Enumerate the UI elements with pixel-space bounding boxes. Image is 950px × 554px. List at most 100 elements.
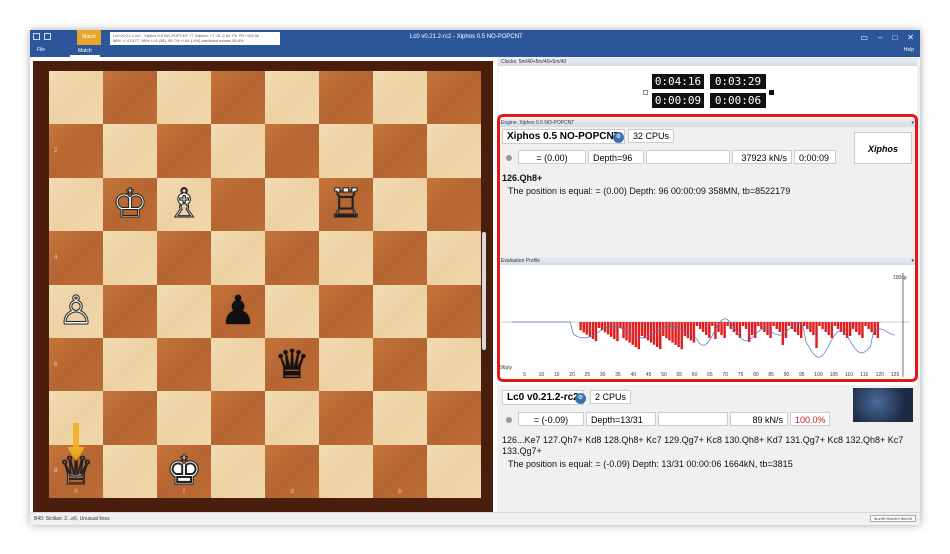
board-square[interactable]	[427, 124, 481, 178]
file-menu[interactable]: File	[37, 47, 45, 53]
board-square[interactable]	[373, 71, 427, 125]
board-square[interactable]	[373, 231, 427, 285]
chess-piece[interactable]: ♔	[112, 184, 149, 225]
chess-piece[interactable]: ♚	[166, 451, 203, 492]
board-square[interactable]	[157, 391, 211, 445]
eval-bar	[741, 322, 745, 326]
board-square[interactable]	[265, 71, 319, 125]
match-context-tab[interactable]: Match	[77, 30, 101, 45]
board-square[interactable]	[265, 177, 319, 232]
board-square[interactable]: 5 ♙	[49, 284, 103, 338]
eval-bar	[766, 322, 769, 335]
board-square[interactable]	[319, 284, 373, 338]
minimize-icon[interactable]: –	[878, 30, 882, 45]
board-square[interactable]	[427, 231, 481, 285]
eval-bar	[588, 322, 592, 337]
board-square[interactable]	[265, 284, 319, 338]
board-square[interactable]	[157, 231, 211, 285]
chess-piece[interactable]: ♗	[166, 184, 203, 225]
eval-profile-svg: 100cp 96ply 5 10 15 20 25 30 35 40 45 50 55 60 65 70 7…	[500, 273, 910, 378]
board-square[interactable]	[319, 71, 373, 125]
pane-menu-icon[interactable]: ▾	[911, 119, 914, 127]
chess-piece[interactable]: ♙	[58, 291, 95, 332]
chess-piece[interactable]: ♟	[220, 291, 256, 331]
engine2-name[interactable]: Lc0 v0.21.2-rc2	[502, 390, 584, 405]
undo-icon[interactable]	[44, 33, 51, 40]
help-menu[interactable]: Help	[904, 47, 914, 53]
board-square[interactable]: ♖	[319, 177, 373, 232]
engine1-name[interactable]: Xiphos 0.5 NO-POPCNT	[502, 129, 625, 144]
engine2-settings-icon[interactable]: ⚙	[575, 393, 586, 404]
board-square[interactable]	[373, 284, 427, 338]
board-panel: 1 2 3 ♔ ♗ ♖ 4 5 ♙ ♟ 6 ♛ 7 8 h ♕ g f ♚ e d c b a	[30, 57, 497, 512]
board-square[interactable]: b	[373, 444, 427, 499]
board-square[interactable]	[211, 177, 265, 232]
board-square[interactable]: ♟	[211, 284, 265, 338]
engine2-cpus-button[interactable]: 2 CPUs	[590, 390, 632, 404]
board-square[interactable]	[319, 124, 373, 178]
board-square[interactable]	[265, 391, 319, 445]
maximize-icon[interactable]: □	[892, 30, 897, 45]
board-square[interactable]	[157, 337, 211, 392]
board-square[interactable]	[265, 231, 319, 285]
file-label: g	[128, 489, 132, 496]
restore-ribbon-icon[interactable]: ▭	[860, 30, 868, 45]
board-scrollbar[interactable]	[482, 232, 486, 350]
board-square[interactable]: d	[265, 444, 319, 499]
board-square[interactable]: 6	[49, 337, 103, 392]
eval-tick-label: 125	[891, 372, 900, 378]
board-square[interactable]	[427, 71, 481, 125]
board-square[interactable]	[157, 284, 211, 338]
engine2-analysis-line: The position is equal: = (-0.09) Depth: …	[508, 459, 793, 469]
board-square[interactable]	[319, 337, 373, 392]
close-icon[interactable]: ✕	[907, 30, 914, 45]
board-square[interactable]: e	[211, 444, 265, 499]
board-square[interactable]	[103, 231, 157, 285]
board-square[interactable]	[211, 124, 265, 178]
board-square[interactable]	[373, 177, 427, 232]
opening-name: B40: Sicilian: 2...e6, Unusual lines	[34, 516, 110, 522]
board-square[interactable]	[319, 391, 373, 445]
save-icon[interactable]	[33, 33, 40, 40]
board-square[interactable]	[103, 337, 157, 392]
board-square[interactable]	[427, 337, 481, 392]
eval-bar	[830, 322, 834, 338]
board-square[interactable]: 1	[49, 71, 103, 125]
tab-match[interactable]: Match	[70, 45, 100, 57]
board-square[interactable]: 2	[49, 124, 103, 178]
move-arrow-icon	[67, 447, 85, 461]
board-square[interactable]: 4	[49, 231, 103, 285]
board-square[interactable]: f ♚	[157, 444, 211, 499]
board-square[interactable]: 3	[49, 177, 103, 232]
board-square[interactable]: c	[319, 444, 373, 499]
board-square[interactable]	[427, 391, 481, 445]
board-square[interactable]	[211, 337, 265, 392]
board-square[interactable]	[157, 71, 211, 125]
board-square[interactable]: g	[103, 444, 157, 499]
board-square[interactable]	[211, 71, 265, 125]
board-square[interactable]	[103, 391, 157, 445]
engine1-cpus-button[interactable]: 32 CPUs	[628, 129, 675, 143]
engine1-settings-icon[interactable]: ⚙	[613, 132, 624, 143]
board-square[interactable]	[103, 284, 157, 338]
chess-piece[interactable]: ♛	[274, 345, 310, 385]
chess-piece[interactable]: ♖	[328, 184, 365, 225]
board-square[interactable]	[427, 284, 481, 338]
board-square[interactable]: ♗	[157, 177, 211, 232]
board-square[interactable]	[103, 71, 157, 125]
board-square[interactable]: ♔	[103, 177, 157, 232]
board-square[interactable]	[103, 124, 157, 178]
board-square[interactable]	[427, 177, 481, 232]
board-square[interactable]	[157, 124, 211, 178]
board-square[interactable]	[373, 337, 427, 392]
board-square[interactable]: ♛	[265, 337, 319, 392]
board-square[interactable]	[319, 231, 373, 285]
board-square[interactable]	[211, 231, 265, 285]
board-square[interactable]	[211, 391, 265, 445]
board-square[interactable]	[373, 124, 427, 178]
board-square[interactable]	[373, 391, 427, 445]
eval-menu-icon[interactable]: ▾	[911, 257, 914, 265]
board-square[interactable]	[265, 124, 319, 178]
board-square[interactable]: a	[427, 444, 481, 499]
eval-bar	[876, 322, 880, 338]
